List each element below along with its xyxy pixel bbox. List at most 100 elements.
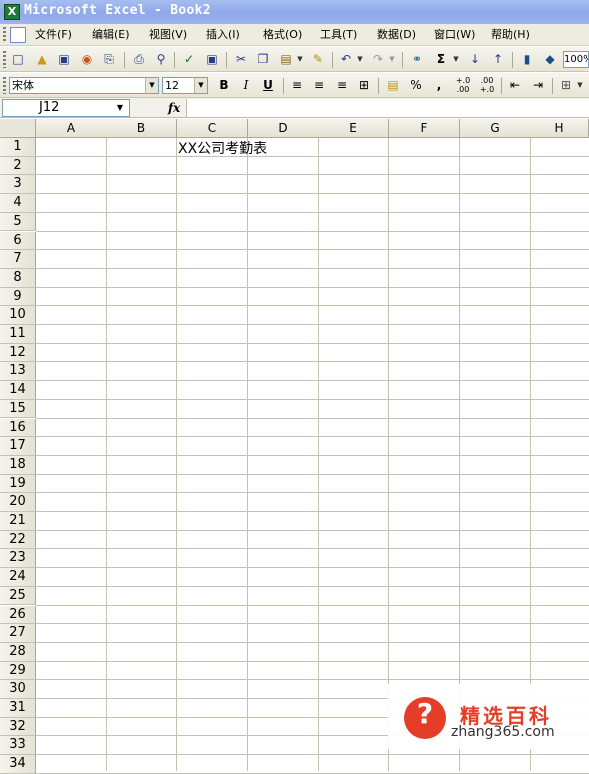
- menu-edit[interactable]: 编辑(E): [90, 26, 132, 44]
- undo-icon[interactable]: ↶: [337, 50, 355, 68]
- insert-function-icon[interactable]: fx: [168, 99, 186, 117]
- align-center-icon[interactable]: ≡: [310, 76, 328, 94]
- row-header-3[interactable]: 3: [0, 175, 36, 195]
- toolbar-grip[interactable]: [3, 51, 6, 68]
- row-header-24[interactable]: 24: [0, 568, 36, 587]
- row-header-20[interactable]: 20: [0, 493, 36, 512]
- column-header-b[interactable]: B: [106, 119, 177, 138]
- print-icon[interactable]: ⎘: [100, 50, 118, 68]
- merge-center-icon[interactable]: ⊞: [355, 76, 373, 94]
- format-painter-icon[interactable]: ✎: [309, 50, 327, 68]
- row-header-1[interactable]: 1: [0, 138, 36, 157]
- row-header-16[interactable]: 16: [0, 418, 36, 438]
- comma-button[interactable]: ,: [430, 76, 448, 94]
- row-header-7[interactable]: 7: [0, 250, 36, 269]
- row-header-26[interactable]: 26: [0, 605, 36, 625]
- underline-button[interactable]: U: [259, 76, 277, 94]
- sort-ascending-icon[interactable]: ↓: [466, 50, 484, 68]
- autosum-icon[interactable]: Σ: [432, 50, 450, 68]
- permission-icon[interactable]: ◉: [78, 50, 96, 68]
- row-header-29[interactable]: 29: [0, 661, 36, 681]
- redo-icon[interactable]: ↷: [369, 50, 387, 68]
- sort-descending-icon[interactable]: ↑: [489, 50, 507, 68]
- copy-icon[interactable]: ❐: [254, 50, 272, 68]
- bold-button[interactable]: B: [215, 76, 233, 94]
- row-header-33[interactable]: 33: [0, 736, 36, 756]
- row-header-27[interactable]: 27: [0, 624, 36, 643]
- currency-icon[interactable]: ▤: [384, 76, 402, 94]
- autosum-dropdown-icon[interactable]: ▼: [452, 50, 460, 68]
- research-icon[interactable]: ⚲: [152, 50, 170, 68]
- spelling-icon[interactable]: ✓: [180, 50, 198, 68]
- excel-icon[interactable]: X: [4, 4, 20, 20]
- row-header-22[interactable]: 22: [0, 530, 36, 550]
- print-preview-icon[interactable]: ⎙: [130, 50, 148, 68]
- cut-icon[interactable]: ✂: [232, 50, 250, 68]
- decrease-indent-icon[interactable]: ⇤: [506, 76, 524, 94]
- row-header-12[interactable]: 12: [0, 343, 36, 363]
- toolbar-grip[interactable]: [3, 77, 6, 94]
- row-header-19[interactable]: 19: [0, 474, 36, 494]
- column-header-f[interactable]: F: [389, 119, 460, 138]
- row-header-31[interactable]: 31: [0, 699, 36, 718]
- increase-indent-icon[interactable]: ⇥: [529, 76, 547, 94]
- row-header-9[interactable]: 9: [0, 287, 36, 307]
- column-header-c[interactable]: C: [177, 119, 248, 138]
- zoom-combo[interactable]: 100%: [563, 51, 589, 68]
- menu-window[interactable]: 窗口(W): [432, 26, 477, 44]
- font-name-combo[interactable]: 宋体 ▼: [9, 77, 159, 94]
- row-header-32[interactable]: 32: [0, 717, 36, 737]
- row-header-13[interactable]: 13: [0, 362, 36, 382]
- column-header-d[interactable]: D: [248, 119, 319, 138]
- increase-decimal-button[interactable]: +.0 .00: [452, 76, 474, 94]
- percent-button[interactable]: %: [407, 76, 425, 94]
- row-header-4[interactable]: 4: [0, 194, 36, 213]
- column-header-e[interactable]: E: [318, 119, 389, 138]
- formula-input[interactable]: [186, 99, 589, 117]
- chevron-down-icon[interactable]: ▼: [112, 100, 128, 115]
- row-header-11[interactable]: 11: [0, 325, 36, 344]
- row-header-2[interactable]: 2: [0, 156, 36, 176]
- new-document-icon[interactable]: □: [9, 50, 27, 68]
- row-header-25[interactable]: 25: [0, 586, 36, 606]
- align-right-icon[interactable]: ≡: [333, 76, 351, 94]
- paste-icon[interactable]: ▤: [277, 50, 295, 68]
- hyperlink-icon[interactable]: ⚭: [408, 50, 426, 68]
- row-header-10[interactable]: 10: [0, 306, 36, 325]
- row-header-23[interactable]: 23: [0, 549, 36, 569]
- document-icon[interactable]: [10, 27, 26, 43]
- row-header-21[interactable]: 21: [0, 512, 36, 531]
- column-header-h[interactable]: H: [530, 119, 589, 138]
- column-header-a[interactable]: A: [36, 119, 107, 138]
- align-left-icon[interactable]: ≡: [288, 76, 306, 94]
- column-header-g[interactable]: G: [460, 119, 531, 138]
- cell-c1[interactable]: XX公司考勤表: [178, 140, 267, 158]
- borders-dropdown-icon[interactable]: ▼: [576, 76, 584, 94]
- row-header-15[interactable]: 15: [0, 399, 36, 419]
- name-box[interactable]: J12: [2, 99, 130, 117]
- row-header-17[interactable]: 17: [0, 437, 36, 456]
- row-header-6[interactable]: 6: [0, 231, 36, 251]
- open-folder-icon[interactable]: ▲: [33, 50, 51, 68]
- menu-data[interactable]: 数据(D): [375, 26, 418, 44]
- save-icon[interactable]: ▣: [55, 50, 73, 68]
- menu-format[interactable]: 格式(O): [261, 26, 304, 44]
- menubar-grip[interactable]: [3, 27, 6, 43]
- borders-icon[interactable]: ⊞: [557, 76, 575, 94]
- menu-file[interactable]: 文件(F): [33, 26, 74, 44]
- select-all-corner[interactable]: [0, 119, 36, 138]
- menu-help[interactable]: 帮助(H): [489, 26, 532, 44]
- redo-dropdown-icon[interactable]: ▼: [388, 50, 396, 68]
- italic-button[interactable]: I: [237, 76, 255, 94]
- menu-tools[interactable]: 工具(T): [318, 26, 359, 44]
- worksheet-grid[interactable]: ABCDEFGH 1 2 3 4 5 6 7 8 9 10 11 12 13 14 15 16 17 18 19 20…: [0, 119, 589, 774]
- chevron-down-icon[interactable]: ▼: [145, 78, 158, 93]
- decrease-decimal-button[interactable]: .00 +.0: [476, 76, 498, 94]
- menu-insert[interactable]: 插入(I): [204, 26, 242, 44]
- row-header-28[interactable]: 28: [0, 642, 36, 662]
- row-header-14[interactable]: 14: [0, 381, 36, 400]
- drawing-icon[interactable]: ◆: [541, 50, 559, 68]
- paste-dropdown-icon[interactable]: ▼: [296, 50, 304, 68]
- row-header-8[interactable]: 8: [0, 268, 36, 288]
- font-size-combo[interactable]: 12 ▼: [162, 77, 208, 94]
